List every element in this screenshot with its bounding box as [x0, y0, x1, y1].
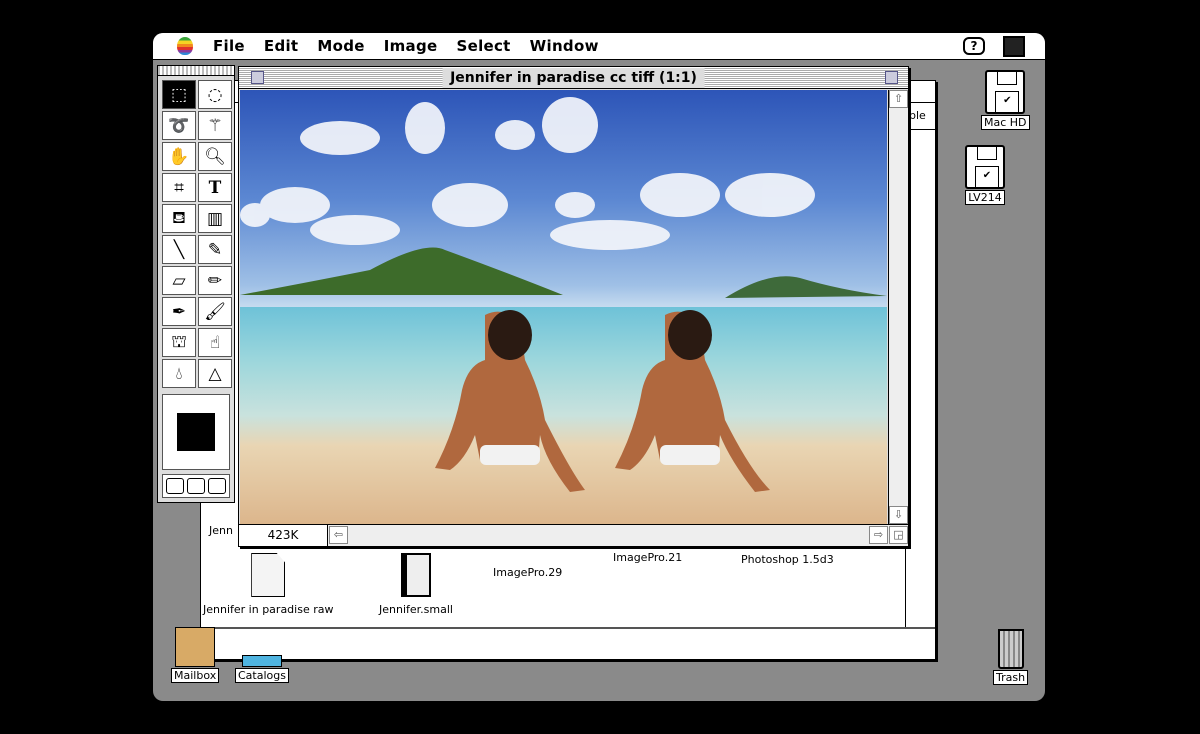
paintbrush-tool[interactable]: 🖌︎	[198, 297, 232, 326]
disk-label: Mac HD	[981, 115, 1030, 130]
sharpen-tool[interactable]: △	[198, 359, 232, 388]
app-photoshop[interactable]: Photoshop 1.5d3	[741, 553, 834, 566]
help-icon[interactable]: ?	[963, 37, 985, 55]
ellipse-marquee-tool[interactable]: ◌	[198, 80, 232, 109]
document-image[interactable]	[240, 90, 887, 524]
catalogs-icon	[241, 655, 282, 667]
scroll-left-arrow-icon[interactable]: ⇦	[329, 526, 348, 544]
file-label: ImagePro.21	[613, 551, 683, 564]
lasso-tool[interactable]: ➰	[162, 111, 196, 140]
file-label: Jennifer in paradise raw	[203, 603, 334, 616]
finder-file-label-partial: Jenn	[209, 524, 233, 537]
floppy-disk-icon	[985, 70, 1026, 114]
document-title-bar[interactable]: Jennifer in paradise cc tiff (1:1)	[239, 67, 908, 89]
file-label: ImagePro.29	[493, 566, 563, 579]
document-title: Jennifer in paradise cc tiff (1:1)	[442, 68, 705, 88]
island-left	[240, 247, 563, 295]
type-tool[interactable]: T	[198, 173, 232, 202]
document-size[interactable]: 423K	[239, 525, 328, 546]
full-screen-menu-button[interactable]	[187, 478, 205, 494]
application-menu-icon[interactable]	[1003, 36, 1025, 57]
paint-bucket-tool[interactable]: ⛾	[162, 204, 196, 233]
magic-wand-tool[interactable]: ⚚	[198, 111, 232, 140]
palette-drag-bar[interactable]	[158, 66, 234, 76]
menu-select[interactable]: Select	[457, 37, 511, 55]
file-jennifer-raw[interactable]: Jennifer in paradise raw	[203, 553, 333, 616]
airbrush-tool[interactable]: ✒	[162, 297, 196, 326]
hair	[488, 310, 712, 360]
pencil-tool[interactable]: ✏	[198, 266, 232, 295]
film-icon	[400, 553, 431, 597]
resize-box-icon[interactable]: ◲	[889, 526, 908, 544]
blur-tool[interactable]: 💧︎	[162, 359, 196, 388]
hand-tool[interactable]: ✋	[162, 142, 196, 171]
clouds	[240, 97, 815, 250]
rubber-stamp-tool[interactable]: ⛫	[162, 328, 196, 357]
trash[interactable]: Trash	[993, 629, 1029, 685]
color-swatch[interactable]	[162, 394, 230, 470]
app-imagepro-21[interactable]: ImagePro.21	[613, 551, 682, 564]
full-screen-button[interactable]	[208, 478, 226, 494]
island-right	[725, 276, 887, 298]
beach-photo	[240, 97, 887, 492]
trash-label: Trash	[993, 670, 1029, 685]
rect-marquee-tool[interactable]: ⬚	[162, 80, 196, 109]
scroll-right-arrow-icon[interactable]: ⇨	[869, 526, 888, 544]
finder-scrollbar[interactable]	[905, 131, 935, 629]
tool-palette: ⬚ ◌ ➰ ⚚ ✋ 🔍︎ ⌗ T ⛾ ▥ ╲ ✎ ▱ ✏ ✒ 🖌︎ ⛫ ☝ 💧︎…	[157, 65, 235, 503]
menu-image[interactable]: Image	[384, 37, 438, 55]
eraser-tool[interactable]: ▱	[162, 266, 196, 295]
finder-column-header: ble	[905, 104, 935, 130]
app-imagepro-29[interactable]: ImagePro.29	[493, 566, 562, 579]
mailbox[interactable]: Mailbox	[171, 627, 220, 683]
trash-icon	[997, 629, 1024, 669]
swimwear	[480, 445, 720, 465]
disk-mac-hd[interactable]: Mac HD	[981, 70, 1030, 130]
standard-mode-button[interactable]	[166, 478, 184, 494]
catalogs-label: Catalogs	[235, 668, 289, 683]
vertical-scrollbar[interactable]: ⇧ ⇩	[888, 90, 908, 524]
disk-label: LV214	[965, 190, 1005, 205]
close-box-icon[interactable]	[251, 71, 264, 84]
file-label: Photoshop 1.5d3	[741, 553, 834, 566]
menu-edit[interactable]: Edit	[264, 37, 299, 55]
menu-file[interactable]: File	[213, 37, 245, 55]
scroll-down-arrow-icon[interactable]: ⇩	[889, 506, 908, 524]
document-window: Jennifer in paradise cc tiff (1:1) ⇧ ⇩ 4…	[238, 66, 909, 547]
foreground-color[interactable]	[177, 413, 215, 451]
screen-mode-buttons	[162, 474, 230, 498]
line-tool[interactable]: ╲	[162, 235, 196, 264]
gradient-tool[interactable]: ▥	[198, 204, 232, 233]
crop-tool[interactable]: ⌗	[162, 173, 196, 202]
menu-mode[interactable]: Mode	[317, 37, 364, 55]
divider	[201, 627, 935, 629]
desktop: File Edit Mode Image Select Window ? ble…	[153, 33, 1045, 701]
horizontal-scrollbar[interactable]: 423K ⇦ ⇨ ◲	[239, 524, 908, 546]
smudge-tool[interactable]: ☝	[198, 328, 232, 357]
mailbox-label: Mailbox	[171, 668, 220, 683]
disk-lv214[interactable]: LV214	[965, 145, 1005, 205]
catalogs[interactable]: Catalogs	[235, 655, 289, 683]
zoom-box-icon[interactable]	[885, 71, 898, 84]
floppy-disk-icon	[965, 145, 1005, 189]
menu-bar: File Edit Mode Image Select Window ?	[153, 33, 1045, 60]
zoom-tool[interactable]: 🔍︎	[198, 142, 232, 171]
menu-window[interactable]: Window	[530, 37, 599, 55]
scroll-up-arrow-icon[interactable]: ⇧	[889, 90, 908, 108]
file-label: Jennifer.small	[379, 603, 453, 616]
apple-menu-icon[interactable]	[177, 37, 193, 55]
mailbox-icon	[175, 627, 216, 667]
file-jennifer-small[interactable]: Jennifer.small	[379, 553, 453, 616]
document-icon	[251, 553, 286, 597]
eyedropper-tool[interactable]: ✎	[198, 235, 232, 264]
